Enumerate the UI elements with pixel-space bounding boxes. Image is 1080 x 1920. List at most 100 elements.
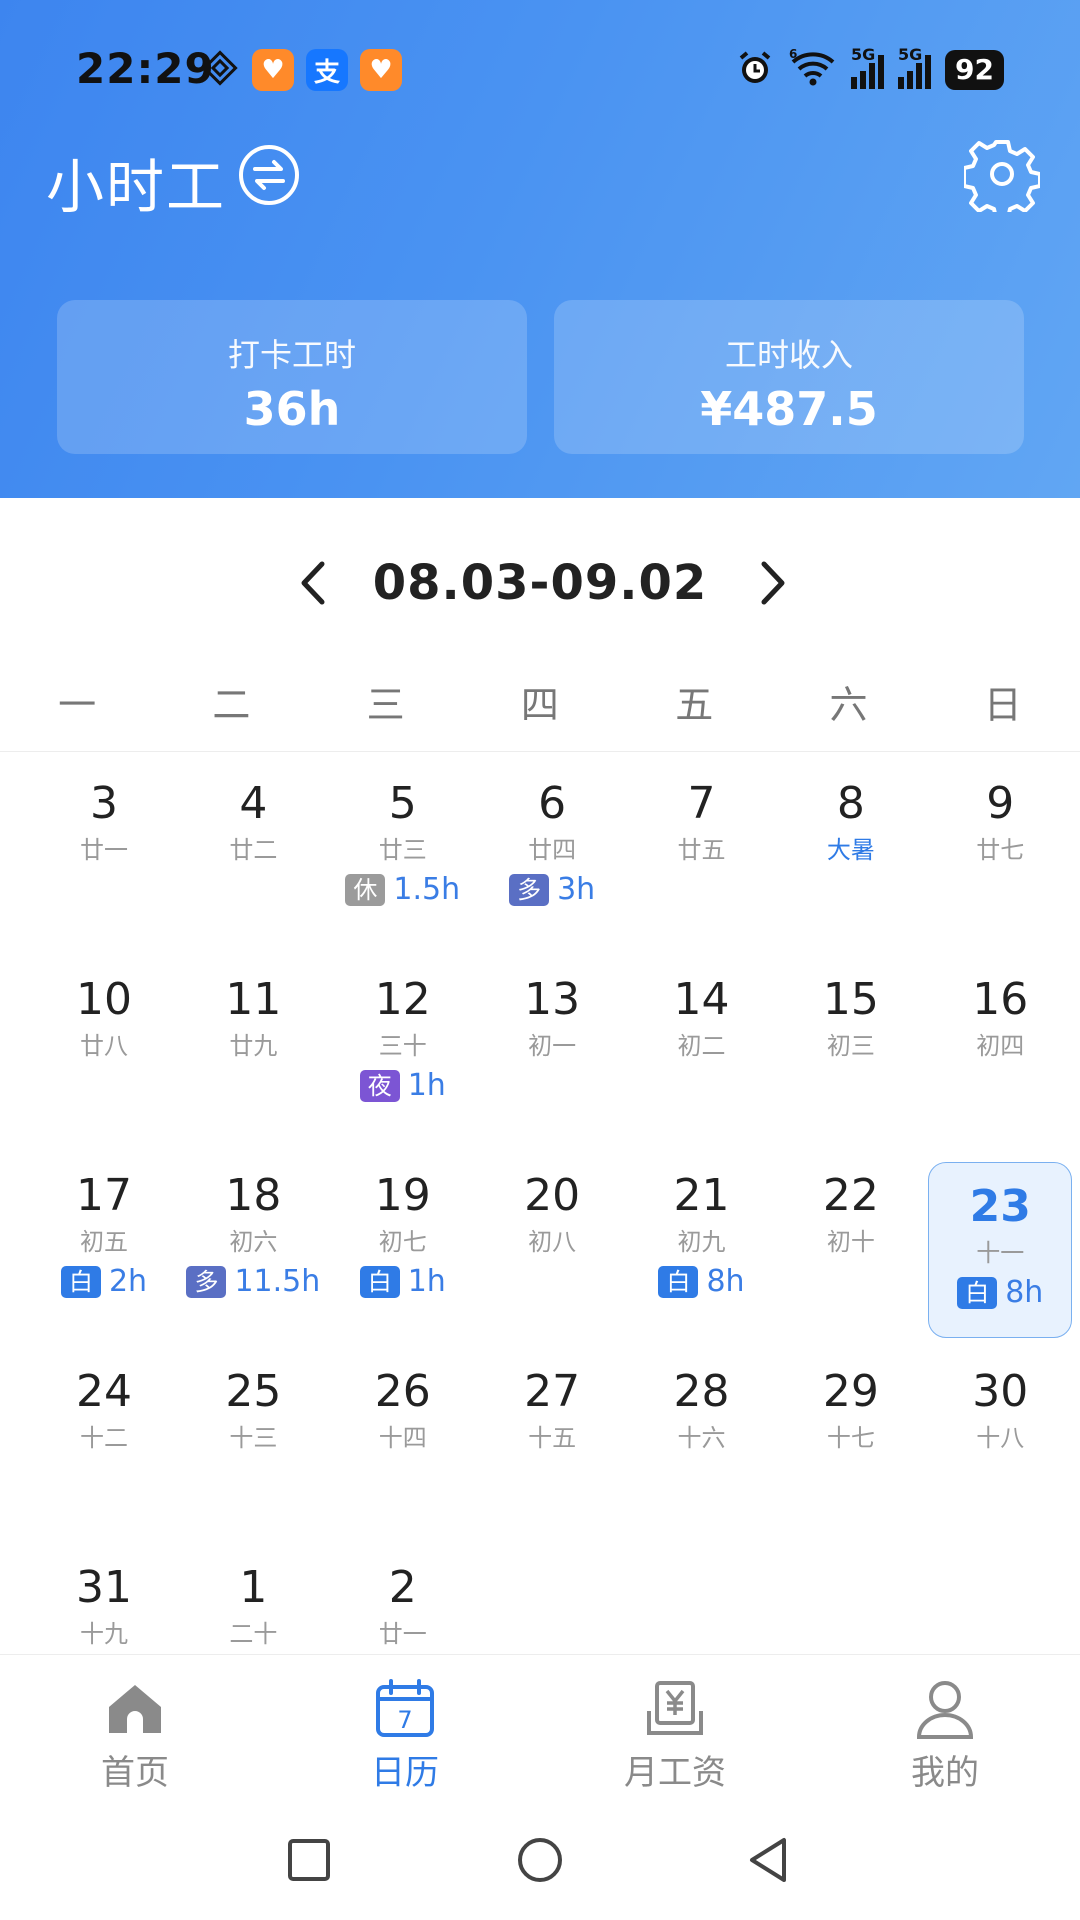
day-number: 16 [972, 974, 1029, 1025]
calendar-day[interactable]: 29 十七 [779, 1348, 923, 1524]
day-number: 7 [687, 778, 716, 829]
lunar-date: 廿二 [229, 836, 278, 864]
summary-card-hours[interactable]: 打卡工时 36h [57, 300, 527, 454]
day-number: 21 [673, 1170, 730, 1221]
gear-icon[interactable] [964, 136, 1040, 212]
calendar-day[interactable]: 17 初五白 2h [32, 1152, 176, 1328]
chevron-right-icon[interactable] [746, 558, 796, 608]
calendar-day[interactable]: 3 廿一 [32, 760, 176, 936]
day-number: 3 [90, 778, 118, 829]
nav-salary[interactable]: 月工资 [540, 1655, 810, 1795]
heart-app-icon: ♥ [252, 49, 294, 91]
day-number: 17 [76, 1170, 132, 1221]
shift-hours: 8h [1005, 1275, 1044, 1310]
alarm-icon [735, 48, 775, 92]
calendar-day[interactable]: 31 十九 [32, 1544, 176, 1650]
summary-value: 36h [243, 382, 341, 436]
calendar-day[interactable]: 8 大暑 [779, 760, 923, 936]
calendar-day[interactable]: 14 初二 [630, 956, 774, 1132]
calendar-day[interactable]: 28 十六 [630, 1348, 774, 1524]
weekday-label: 四 [520, 683, 559, 727]
summary-label: 打卡工时 [227, 336, 356, 374]
calendar-day[interactable]: 19 初七白 1h [331, 1152, 475, 1328]
day-number: 13 [524, 974, 581, 1025]
lunar-date: 十三 [229, 1424, 278, 1452]
nav-home[interactable]: 首页 [0, 1655, 270, 1795]
lunar-date: 初四 [976, 1032, 1025, 1060]
calendar-day[interactable]: 6 廿四多 3h [480, 760, 624, 936]
lunar-date: 十一 [976, 1239, 1025, 1267]
shift-record: 夜 1h [331, 1066, 475, 1106]
home-button-icon[interactable] [515, 1835, 565, 1885]
lunar-date: 十七 [826, 1424, 875, 1452]
calendar-day[interactable]: 13 初一 [480, 956, 624, 1132]
svg-text:7: 7 [397, 1706, 412, 1734]
shift-hours: 1h [407, 1264, 446, 1299]
day-number: 6 [538, 778, 567, 829]
shift-type-badge: 白 [658, 1266, 699, 1298]
day-number: 12 [374, 974, 431, 1025]
nav-profile[interactable]: 我的 [810, 1655, 1080, 1795]
svg-text:6: 6 [789, 48, 797, 61]
signal-icon: 5G [898, 45, 932, 89]
calendar-day[interactable]: 7 廿五 [630, 760, 774, 936]
lunar-date: 廿七 [976, 836, 1025, 864]
calendar-day[interactable]: 21 初九白 8h [630, 1152, 774, 1328]
lunar-date: 初五 [80, 1228, 128, 1256]
day-number: 8 [836, 778, 865, 829]
date-range-selector: 08.03-09.02 [0, 548, 1080, 618]
weekday-label: 一 [58, 683, 97, 727]
calendar-day[interactable]: 26 十四 [331, 1348, 475, 1524]
day-number: 29 [822, 1366, 879, 1417]
lunar-date: 初九 [677, 1228, 726, 1256]
nav-label: 我的 [911, 1753, 979, 1793]
calendar-day[interactable]: 24 十二 [32, 1348, 176, 1524]
calendar-day[interactable]: 18 初六多 11.5h [181, 1152, 325, 1328]
day-number: 30 [972, 1366, 1029, 1417]
day-number: 27 [524, 1366, 581, 1417]
calendar-day[interactable]: 2 廿一 [331, 1544, 475, 1650]
day-number: 5 [388, 778, 417, 829]
calendar-day[interactable]: 1 二十 [181, 1544, 325, 1650]
calendar-day[interactable]: 9 廿七 [928, 760, 1072, 936]
back-icon[interactable] [744, 1835, 794, 1885]
salary-icon [647, 1681, 703, 1735]
switch-icon[interactable] [238, 144, 300, 206]
calendar-day[interactable]: 20 初八 [480, 1152, 624, 1328]
day-number: 24 [76, 1366, 132, 1417]
calendar-day[interactable]: 25 十三 [181, 1348, 325, 1524]
shift-type-badge: 白 [60, 1266, 101, 1298]
calendar-day[interactable]: 11 廿九 [181, 956, 325, 1132]
lunar-date: 廿五 [677, 836, 726, 864]
calendar-day[interactable]: 10 廿八 [32, 956, 176, 1132]
day-number: 20 [524, 1170, 581, 1221]
lunar-date: 初二 [677, 1032, 726, 1060]
shift-hours: 1.5h [393, 872, 461, 907]
day-number: 2 [388, 1562, 417, 1613]
calendar-day[interactable]: 27 十五 [480, 1348, 624, 1524]
summary-label: 工时收入 [724, 336, 853, 374]
shift-type-badge: 休 [345, 874, 386, 906]
calendar-day[interactable]: 22 初十 [779, 1152, 923, 1328]
recents-icon[interactable] [284, 1835, 334, 1885]
heart-app-icon: ♥ [360, 49, 402, 91]
calendar-day[interactable]: 4 廿二 [181, 760, 325, 936]
calendar-day[interactable]: 16 初四 [928, 956, 1072, 1132]
day-number: 23 [969, 1181, 1031, 1232]
calendar-day[interactable]: 15 初三 [779, 956, 923, 1132]
nav-calendar[interactable]: 7 日历 [270, 1655, 540, 1795]
lunar-date: 初八 [528, 1228, 577, 1256]
day-number: 22 [822, 1170, 879, 1221]
summary-card-income[interactable]: 工时收入 ¥487.5 [554, 300, 1024, 454]
calendar-day[interactable]: 30 十八 [928, 1348, 1072, 1524]
calendar-day-today[interactable]: 23 十一白 8h [928, 1162, 1073, 1338]
date-range: 08.03-09.02 [372, 555, 708, 611]
page-title: 小时工 [46, 153, 227, 221]
status-time: 22:29 [76, 44, 215, 93]
shift-type-badge: 多 [509, 874, 550, 906]
lunar-date: 二十 [229, 1620, 278, 1648]
day-number: 26 [374, 1366, 431, 1417]
calendar-day[interactable]: 12 三十夜 1h [331, 956, 475, 1132]
lunar-date: 初一 [528, 1032, 577, 1060]
calendar-day[interactable]: 5 廿三休 1.5h [331, 760, 475, 936]
